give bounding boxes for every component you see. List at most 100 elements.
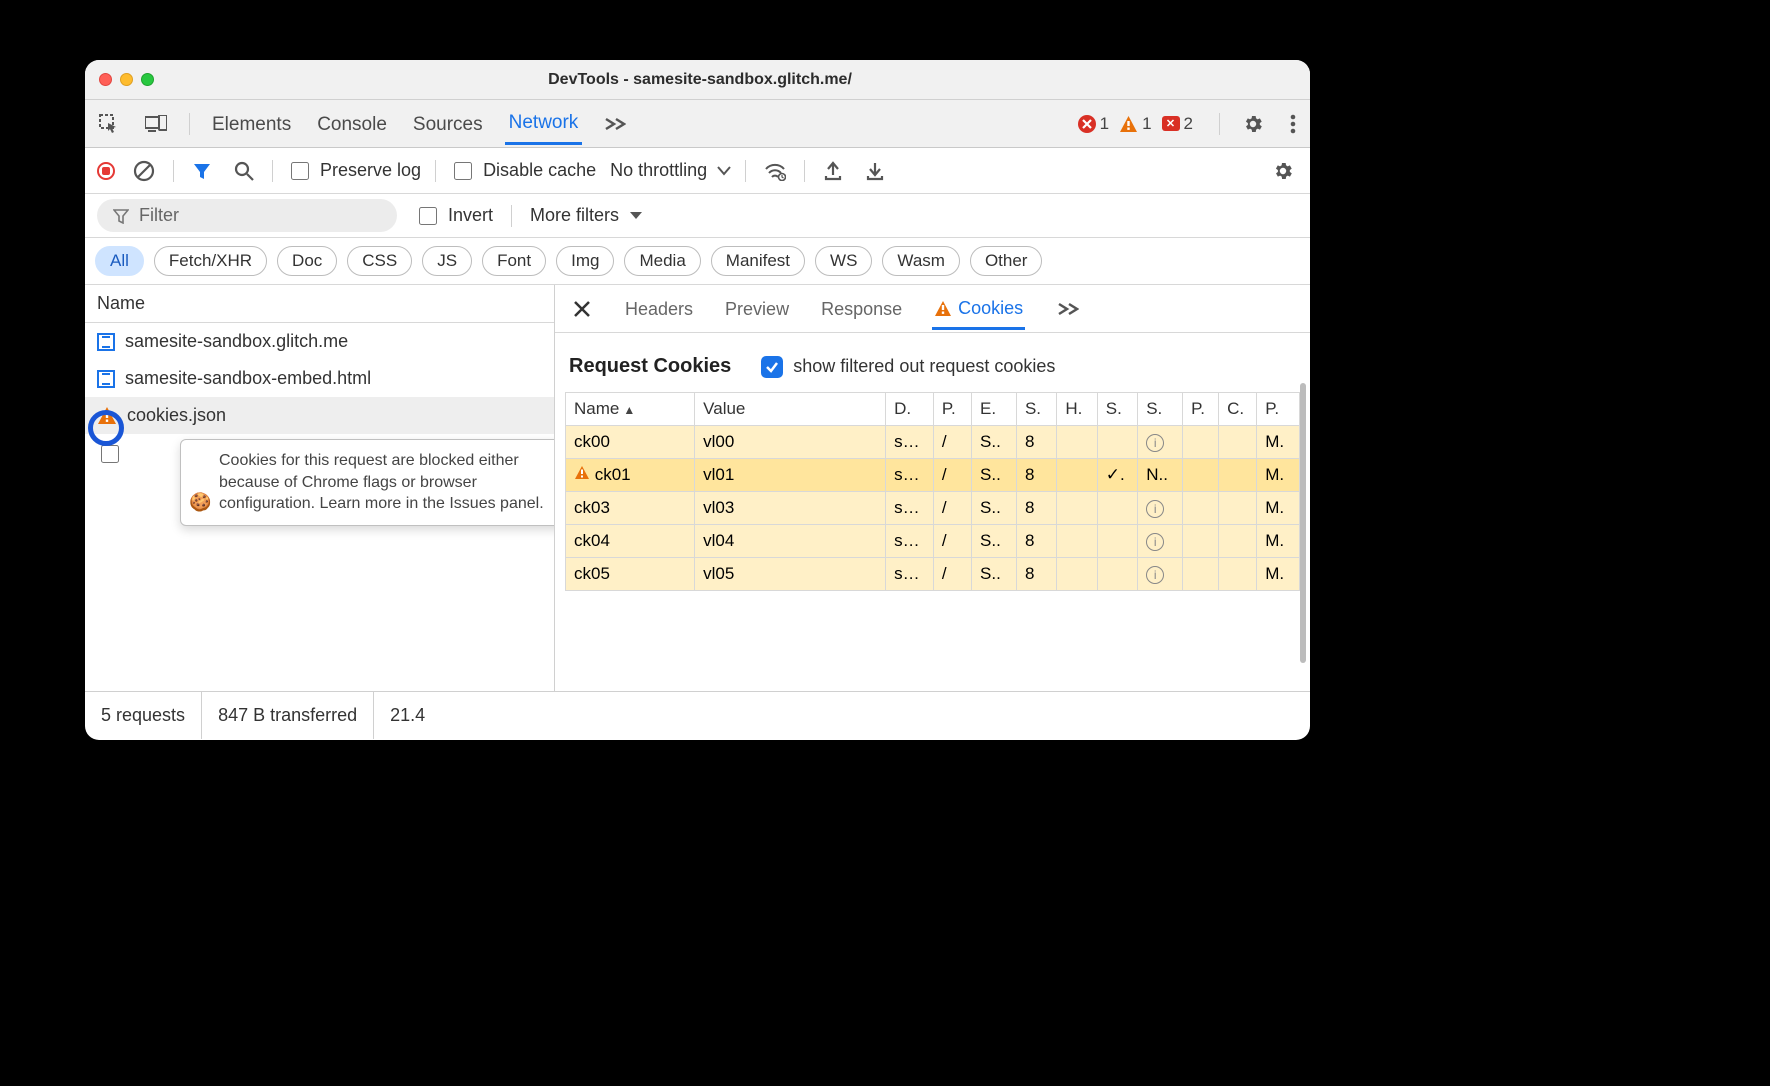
- scrollbar[interactable]: [1300, 383, 1306, 663]
- close-window-button[interactable]: [99, 73, 112, 86]
- chip-media[interactable]: Media: [624, 246, 700, 276]
- cell-p3: M.: [1257, 426, 1300, 459]
- cell-s: 8: [1016, 459, 1056, 492]
- inspect-element-icon[interactable]: [95, 110, 123, 138]
- export-har-icon[interactable]: [819, 157, 847, 185]
- more-filters-dropdown[interactable]: More filters: [530, 205, 643, 226]
- tab-cookies[interactable]: Cookies: [932, 288, 1025, 330]
- chip-doc[interactable]: Doc: [277, 246, 337, 276]
- filter-input[interactable]: Filter: [97, 199, 397, 232]
- tab-network[interactable]: Network: [505, 102, 583, 145]
- cell-value: vl03: [695, 492, 886, 525]
- preserve-log-input[interactable]: [291, 162, 309, 180]
- disable-cache-checkbox[interactable]: Disable cache: [450, 159, 596, 183]
- col-p[interactable]: P.: [933, 393, 971, 426]
- cell-s2: [1097, 426, 1137, 459]
- more-tabs-icon[interactable]: [600, 113, 630, 135]
- issues-summary[interactable]: 1 1 ✕ 2: [1078, 114, 1193, 134]
- more-menu-icon[interactable]: [1286, 110, 1300, 138]
- chip-fetch-xhr[interactable]: Fetch/XHR: [154, 246, 267, 276]
- status-bar: 5 requests 847 B transferred 21.4: [85, 691, 1310, 739]
- col-value[interactable]: Value: [695, 393, 886, 426]
- settings-icon[interactable]: [1238, 109, 1268, 139]
- cell-h: [1057, 525, 1097, 558]
- table-row[interactable]: ck01vl01s…/S..8✓.N..M.: [566, 459, 1300, 492]
- invert-input[interactable]: [419, 207, 437, 225]
- chip-img[interactable]: Img: [556, 246, 614, 276]
- show-filtered-checkbox[interactable]: show filtered out request cookies: [761, 356, 1055, 378]
- cell-name: ck00: [566, 426, 695, 459]
- preserve-log-checkbox[interactable]: Preserve log: [287, 159, 421, 183]
- table-row[interactable]: ck03vl03s…/S..8iM.: [566, 492, 1300, 525]
- request-checkbox[interactable]: [101, 445, 119, 463]
- window-controls: [99, 73, 154, 86]
- chip-all[interactable]: All: [95, 246, 144, 276]
- col-s3[interactable]: S.: [1138, 393, 1183, 426]
- cell-s2: [1097, 525, 1137, 558]
- filter-toggle-icon[interactable]: [188, 157, 216, 185]
- cell-s3: i: [1138, 492, 1183, 525]
- network-settings-icon[interactable]: [1268, 156, 1298, 186]
- cell-e: S..: [972, 492, 1017, 525]
- col-h[interactable]: H.: [1057, 393, 1097, 426]
- request-row[interactable]: cookies.json: [85, 397, 554, 434]
- info-icon: i: [1146, 500, 1164, 518]
- tab-preview[interactable]: Preview: [723, 289, 791, 328]
- separator: [511, 205, 512, 227]
- chip-js[interactable]: JS: [422, 246, 472, 276]
- chip-css[interactable]: CSS: [347, 246, 412, 276]
- tab-elements[interactable]: Elements: [208, 104, 295, 144]
- cell-c: [1219, 459, 1257, 492]
- cell-s3: N..: [1138, 459, 1183, 492]
- error-count[interactable]: 1: [1078, 114, 1109, 134]
- issue-count[interactable]: ✕ 2: [1162, 114, 1193, 134]
- col-s2[interactable]: S.: [1097, 393, 1137, 426]
- tab-response[interactable]: Response: [819, 289, 904, 328]
- warning-count[interactable]: 1: [1119, 114, 1151, 134]
- table-row[interactable]: ck00vl00s…/S..8iM.: [566, 426, 1300, 459]
- separator: [189, 113, 190, 135]
- record-button[interactable]: [97, 162, 115, 180]
- disable-cache-input[interactable]: [454, 162, 472, 180]
- col-s[interactable]: S.: [1016, 393, 1056, 426]
- throttling-dropdown[interactable]: No throttling: [610, 160, 731, 181]
- separator: [435, 160, 436, 182]
- table-row[interactable]: ck05vl05s…/S..8iM.: [566, 558, 1300, 591]
- invert-checkbox[interactable]: Invert: [415, 204, 493, 228]
- col-e[interactable]: E.: [972, 393, 1017, 426]
- network-toolbar: Preserve log Disable cache No throttling: [85, 148, 1310, 194]
- column-header-name[interactable]: Name: [85, 285, 554, 323]
- maximize-window-button[interactable]: [141, 73, 154, 86]
- col-p2[interactable]: P.: [1183, 393, 1219, 426]
- cell-s2: [1097, 558, 1137, 591]
- chip-wasm[interactable]: Wasm: [882, 246, 960, 276]
- chip-ws[interactable]: WS: [815, 246, 872, 276]
- table-row[interactable]: ck04vl04s…/S..8iM.: [566, 525, 1300, 558]
- chip-manifest[interactable]: Manifest: [711, 246, 805, 276]
- tab-console[interactable]: Console: [313, 104, 391, 144]
- col-name[interactable]: Name▲: [566, 393, 695, 426]
- close-detail-icon[interactable]: [569, 296, 595, 322]
- minimize-window-button[interactable]: [120, 73, 133, 86]
- device-toolbar-icon[interactable]: [141, 111, 171, 137]
- cell-p: /: [933, 525, 971, 558]
- tab-headers[interactable]: Headers: [623, 289, 695, 328]
- more-detail-tabs-icon[interactable]: [1053, 298, 1083, 320]
- clear-button[interactable]: [129, 156, 159, 186]
- network-conditions-icon[interactable]: [760, 157, 790, 185]
- cell-d: s…: [886, 426, 934, 459]
- chip-font[interactable]: Font: [482, 246, 546, 276]
- window-title: DevTools - samesite-sandbox.glitch.me/: [154, 71, 1246, 89]
- import-har-icon[interactable]: [861, 157, 889, 185]
- request-row[interactable]: samesite-sandbox.glitch.me: [85, 323, 554, 360]
- col-c[interactable]: C.: [1219, 393, 1257, 426]
- search-icon[interactable]: [230, 157, 258, 185]
- col-d[interactable]: D.: [886, 393, 934, 426]
- chip-other[interactable]: Other: [970, 246, 1043, 276]
- col-p3[interactable]: P.: [1257, 393, 1300, 426]
- filter-bar: Filter Invert More filters: [85, 194, 1310, 238]
- issue-icon: ✕: [1162, 116, 1180, 131]
- cell-e: S..: [972, 459, 1017, 492]
- request-row[interactable]: samesite-sandbox-embed.html: [85, 360, 554, 397]
- tab-sources[interactable]: Sources: [409, 104, 487, 144]
